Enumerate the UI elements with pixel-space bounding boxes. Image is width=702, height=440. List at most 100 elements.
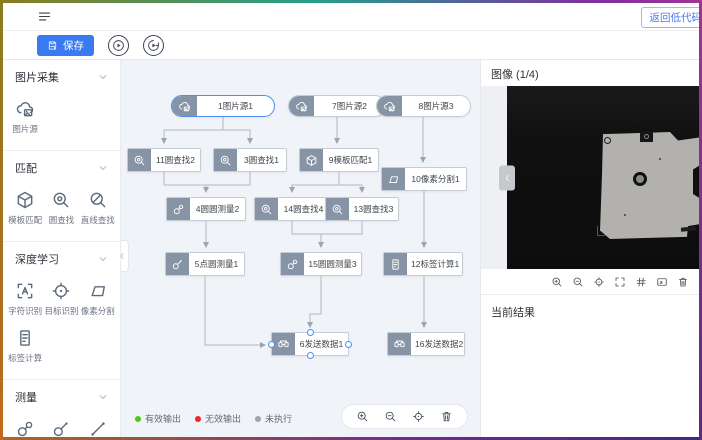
node-send-data-2[interactable]: 16发送数据2 — [387, 332, 465, 356]
tool-label: 标签计算 — [8, 352, 42, 364]
section-header-image-capture[interactable]: 图片采集 — [3, 60, 120, 89]
zoom-out-icon[interactable] — [572, 276, 584, 288]
node-icon-box — [167, 198, 190, 220]
node-circle-find-2[interactable]: 11圆查找2 — [127, 148, 201, 172]
back-to-lowcode-button[interactable]: 返回低代码 — [641, 7, 700, 28]
template-match-icon — [15, 190, 35, 210]
step-run-button[interactable] — [143, 35, 164, 56]
node-circle-find-4[interactable]: 14圆查找4 — [254, 197, 330, 221]
node-send-data-1[interactable]: 6发送数据1 — [271, 332, 349, 356]
node-circle-find-1[interactable]: 3圆查找1 — [213, 148, 287, 172]
node-image-source-1[interactable]: 1图片源1 — [171, 95, 275, 117]
tool-image-source[interactable]: 图片源 — [7, 93, 43, 140]
chevron-left-icon — [121, 252, 126, 260]
tool-point-circle-measure[interactable]: 点圆测量 — [43, 413, 79, 437]
node-label: 14圆查找4 — [278, 198, 329, 220]
tool-circle-circle-measure[interactable]: 圆圆测量 — [7, 413, 43, 437]
section-header-deep-learning[interactable]: 深度学习 — [3, 242, 120, 271]
node-icon-box — [289, 96, 314, 116]
node-handle-right[interactable] — [345, 341, 352, 348]
node-icon-box — [281, 253, 304, 275]
zoom-in-icon[interactable] — [551, 276, 563, 288]
plate-dot — [659, 158, 661, 160]
app-root: 返回低代码 保存 图片采集 图片 — [3, 3, 699, 437]
zoom-out-icon[interactable] — [384, 410, 397, 423]
node-circle-circle-measure-2[interactable]: 4圆圆测量2 — [166, 197, 246, 221]
sidebar-collapse-handle[interactable] — [121, 240, 129, 272]
tool-label: 图片源 — [12, 123, 38, 135]
tool-point-point-measure[interactable]: 点点测量 — [80, 413, 116, 437]
node-image-source-3[interactable]: 8图片源3 — [376, 95, 471, 117]
image-viewer — [481, 86, 699, 269]
line-find-icon — [88, 190, 108, 210]
legend-label: 有效输出 — [145, 412, 181, 425]
node-label: 9模板匹配1 — [323, 149, 378, 171]
circle-circle-measure-icon — [15, 419, 35, 437]
legend-label: 无效输出 — [205, 412, 241, 425]
menu-icon[interactable] — [37, 9, 52, 24]
locate-icon[interactable] — [412, 410, 425, 423]
node-handle-top[interactable] — [307, 329, 314, 336]
node-handle-left[interactable] — [268, 341, 275, 348]
send-data-icon — [393, 338, 406, 351]
plate-notch — [640, 131, 653, 142]
node-label: 5点圆测量1 — [189, 253, 244, 275]
section-header-match[interactable]: 匹配 — [3, 151, 120, 180]
node-circle-find-3[interactable]: 13圆查找3 — [325, 197, 399, 221]
tool-label-calc[interactable]: 标签计算 — [7, 322, 43, 369]
fit-image-icon[interactable] — [656, 276, 668, 288]
node-label: 7图片源2 — [314, 96, 385, 116]
play-step-icon — [147, 39, 160, 52]
app-window: 返回低代码 保存 图片采集 图片 — [0, 0, 702, 440]
plate-hub-circle — [633, 172, 647, 186]
delete-icon[interactable] — [440, 410, 453, 423]
zoom-in-icon[interactable] — [356, 410, 369, 423]
current-result-title: 当前结果 — [481, 295, 699, 329]
tool-char-recognition[interactable]: 字符识别 — [7, 275, 43, 322]
section-deep-learning: 深度学习 字符识别 目标识别 — [3, 242, 120, 380]
delete-icon[interactable] — [677, 276, 689, 288]
frame-border-left — [0, 0, 3, 440]
fullscreen-icon[interactable] — [614, 276, 626, 288]
plate-bracket — [597, 226, 605, 236]
tool-label: 直线查找 — [81, 214, 115, 226]
node-label-calc-1[interactable]: 12标签计算1 — [383, 252, 463, 276]
chevron-left-icon — [503, 173, 512, 182]
node-label: 6发送数据1 — [295, 333, 348, 355]
image-panel-title: 图像 (1/4) — [481, 60, 699, 86]
image-source-icon — [295, 100, 308, 113]
point-point-measure-icon — [88, 419, 108, 437]
node-template-match-1[interactable]: 9模板匹配1 — [299, 148, 379, 172]
node-point-circle-measure-1[interactable]: 5点圆测量1 — [165, 252, 245, 276]
plate-slot — [681, 226, 696, 232]
node-icon-box — [377, 96, 402, 116]
grid-icon[interactable] — [635, 276, 647, 288]
node-label: 4圆圆测量2 — [190, 198, 245, 220]
locate-icon[interactable] — [593, 276, 605, 288]
green-dot — [135, 416, 141, 422]
run-button[interactable] — [108, 35, 129, 56]
tool-circle-find[interactable]: 圆查找 — [43, 184, 79, 231]
status-legend: 有效输出 无效输出 未执行 — [135, 412, 292, 425]
prev-image-button[interactable] — [499, 165, 515, 190]
circle-find-icon — [219, 154, 232, 167]
node-icon-box — [388, 333, 411, 355]
plate-dot — [624, 214, 626, 216]
tool-template-match[interactable]: 模板匹配 — [7, 184, 43, 231]
tool-label: 模板匹配 — [8, 214, 42, 226]
tool-object-detect[interactable]: 目标识别 — [43, 275, 79, 322]
node-image-source-2[interactable]: 7图片源2 — [288, 95, 386, 117]
tool-pixel-segment[interactable]: 像素分割 — [80, 275, 116, 322]
tool-line-find[interactable]: 直线查找 — [80, 184, 116, 231]
canvas-zoom-toolbar — [341, 404, 468, 429]
node-label: 11圆查找2 — [151, 149, 200, 171]
legend-invalid-output: 无效输出 — [195, 412, 241, 425]
node-circle-circle-measure-3[interactable]: 15圆圆测量3 — [280, 252, 362, 276]
node-handle-bottom[interactable] — [307, 352, 314, 359]
circle-find-icon — [133, 154, 146, 167]
save-button[interactable]: 保存 — [37, 35, 94, 56]
section-header-measure[interactable]: 测量 — [3, 380, 120, 409]
node-pixel-segment-1[interactable]: 10像素分割1 — [381, 167, 467, 191]
flow-canvas[interactable]: 1图片源1 7图片源2 8图片源3 11圆查找2 3圆查找1 — [121, 60, 480, 437]
play-icon — [112, 39, 125, 52]
